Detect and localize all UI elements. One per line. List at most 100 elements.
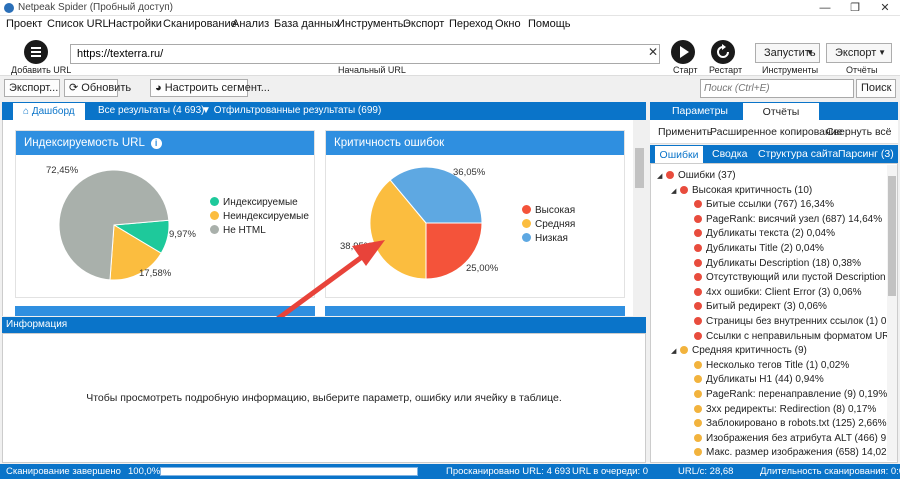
tree-item[interactable]: Дубликаты текста (2) 0,04% [685, 227, 835, 241]
info-message: Чтобы просмотреть подробную информацию, … [86, 392, 562, 404]
add-url-button[interactable] [24, 40, 48, 64]
severity-card: Критичность ошибок 36,05% 38,95% 25,00% … [325, 130, 625, 298]
tab-dashboard[interactable]: ⌂ Дашборд [12, 102, 86, 120]
tab-reports[interactable]: Отчёты [742, 102, 820, 120]
title-bar: Netpeak Spider (Пробный доступ) — ❐ ✕ [0, 0, 900, 16]
tab-all-results[interactable]: Все результаты (4 693) [98, 102, 204, 120]
dashboard-scrollbar[interactable] [633, 120, 646, 316]
menu-project[interactable]: Проект [6, 18, 42, 30]
legend-label: Неиндексируемые [223, 211, 309, 222]
expand-arrow-icon[interactable]: ◢ [671, 185, 680, 199]
export-button[interactable]: Экспорт... [4, 79, 60, 97]
legend-dot [522, 233, 531, 242]
tree-item[interactable]: ◢ Высокая критичность (10) [671, 184, 812, 198]
home-icon: ⌂ [23, 106, 30, 117]
right-panel-actions: Применить Расширенное копирование Сверну… [650, 120, 898, 144]
menu-bar: Проект Список URL Настройки Сканирование… [0, 16, 900, 34]
close-button[interactable]: ✕ [870, 0, 900, 16]
restart-label: Рестарт [709, 65, 743, 75]
tree-item[interactable]: Битые ссылки (767) 16,34% [685, 198, 834, 212]
tree-item[interactable]: Ссылки с неправильным форматом URL (1) 0… [685, 330, 897, 344]
start-button[interactable] [671, 40, 695, 64]
severity-dot-icon [694, 375, 702, 384]
legend-high: Высокая [522, 205, 575, 216]
menu-settings[interactable]: Настройки [108, 18, 162, 30]
tools-run-dropdown[interactable]: Запустить ▼ [755, 43, 820, 63]
tab-filtered-label: Отфильтрованные результаты (699) [213, 105, 382, 116]
menu-analysis[interactable]: Анализ [232, 18, 269, 30]
menu-url-list[interactable]: Список URL [47, 18, 109, 30]
legend-label: Высокая [535, 205, 576, 216]
tree-scrollbar-thumb[interactable] [888, 176, 896, 296]
tree-item-label: Дубликаты Title (2) 0,04% [706, 243, 824, 254]
tree-item[interactable]: Макс. размер изображения (658) 14,02% [685, 446, 895, 460]
tree-item[interactable]: Дубликаты Description (18) 0,38% [685, 257, 861, 271]
tab-summary[interactable]: Сводка [712, 145, 747, 163]
tree-item[interactable]: Несколько тегов Title (1) 0,02% [685, 359, 849, 373]
legend-dot [210, 225, 219, 234]
legend-dot [210, 211, 219, 220]
tree-item[interactable]: Заблокировано в robots.txt (125) 2,66% [685, 417, 887, 431]
tree-item[interactable]: 3xx редиректы: Redirection (8) 0,17% [685, 403, 876, 417]
chevron-down-icon: ▼ [878, 48, 886, 57]
tree-item[interactable]: 4xx ошибки: Client Error (3) 0,06% [685, 286, 861, 300]
menu-export[interactable]: Экспорт [403, 18, 444, 30]
start-url-input[interactable] [70, 44, 660, 64]
tree-item-label: PageRank: перенаправление (9) 0,19% [706, 389, 888, 400]
progress-fill [161, 468, 417, 475]
indexability-title: Индексируемость URL [24, 137, 145, 149]
info-icon[interactable]: i [150, 138, 162, 149]
search-button[interactable]: Поиск [856, 79, 896, 98]
tree-item-label: Ошибки (37) [678, 170, 736, 181]
tree-item[interactable]: Дубликаты H1 (44) 0,94% [685, 373, 824, 387]
scan-progress-bar [160, 467, 418, 476]
tree-item-label: Битые ссылки (767) 16,34% [706, 199, 835, 211]
minimize-button[interactable]: — [810, 0, 840, 16]
scrollbar-thumb[interactable] [635, 148, 644, 188]
advanced-copy-button[interactable]: Расширенное копирование [710, 126, 843, 138]
tree-item[interactable]: PageRank: перенаправление (9) 0,19% [685, 388, 887, 402]
collapse-all-button[interactable]: Свернуть всё [826, 126, 892, 138]
segment-button[interactable]: ◕ Настроить сегмент... [150, 79, 270, 97]
tree-item[interactable]: Дубликаты Title (2) 0,04% [685, 242, 824, 256]
tab-filtered-results[interactable]: ▼ Отфильтрованные результаты (699) [201, 102, 381, 120]
tab-errors[interactable]: Ошибки [654, 145, 704, 163]
tree-item[interactable]: Страницы без внутренних ссылок (1) 0,02% [685, 315, 897, 329]
next-card-header [325, 306, 625, 316]
tree-item[interactable]: Битый редирект (3) 0,06% [685, 300, 827, 314]
tree-item-label: PageRank: висячий узел (687) 14,64% [706, 213, 883, 225]
severity-dot-icon [694, 287, 702, 296]
pie-label-not-html: 72,45% [46, 165, 79, 176]
maximize-button[interactable]: ❐ [840, 0, 870, 16]
apply-button[interactable]: Применить [658, 126, 712, 138]
expand-arrow-icon[interactable]: ◢ [657, 170, 666, 184]
restart-button[interactable] [711, 40, 735, 64]
severity-title: Критичность ошибок [334, 137, 445, 149]
severity-dot-icon [694, 433, 702, 442]
pie-label-low: 36,05% [453, 167, 486, 178]
expand-arrow-icon[interactable]: ◢ [671, 345, 680, 359]
menu-database[interactable]: База данных [274, 18, 340, 30]
tree-item[interactable]: PageRank: висячий узел (687) 14,64% [685, 213, 882, 227]
list-icon [31, 47, 41, 57]
right-panel-tabs: Параметры Отчёты [650, 102, 898, 120]
tree-item[interactable]: ◢ Ошибки (37) [657, 169, 736, 183]
errors-tree: ◢ Ошибки (37) ◢ Высокая критичность (10) Бит… [650, 163, 898, 463]
refresh-button[interactable]: ⟳ Обновить [64, 79, 131, 97]
menu-scanning[interactable]: Сканирование [163, 18, 237, 30]
tab-parsing[interactable]: Парсинг (3) [838, 145, 894, 163]
menu-window[interactable]: Окно [495, 18, 521, 30]
search-input[interactable] [700, 79, 854, 98]
tab-site-structure[interactable]: Структура сайта [758, 145, 838, 163]
menu-tools[interactable]: Инструменты [337, 18, 406, 30]
tree-item-label: Дубликаты текста (2) 0,04% [706, 228, 835, 240]
tree-item[interactable]: Изображения без атрибута ALT (466) 9,93% [685, 432, 897, 446]
menu-help[interactable]: Помощь [528, 18, 571, 30]
clear-url-icon[interactable]: ✕ [648, 45, 658, 59]
tree-item[interactable]: Отсутствующий или пустой Description (47… [685, 271, 897, 285]
legend-label: Не HTML [223, 225, 266, 236]
menu-navigate[interactable]: Переход [449, 18, 493, 30]
tree-item[interactable]: ◢ Средняя критичность (9) [671, 344, 807, 358]
tab-parameters[interactable]: Параметры [672, 102, 728, 120]
export-dropdown[interactable]: Экспорт ▼ [826, 43, 892, 63]
